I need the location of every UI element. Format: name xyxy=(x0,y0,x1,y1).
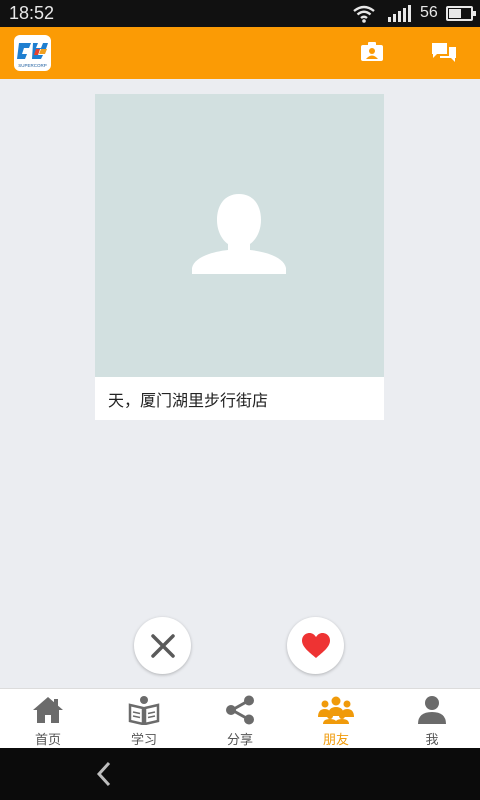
nav-item-home[interactable]: 首页 xyxy=(0,689,96,749)
contact-card-icon xyxy=(361,42,383,61)
user-icon xyxy=(418,696,446,724)
book-reader-icon xyxy=(128,696,160,725)
system-nav-bar xyxy=(0,748,480,800)
back-chevron-icon[interactable] xyxy=(92,760,116,788)
nav-item-share[interactable]: 分享 xyxy=(192,689,288,749)
card-photo xyxy=(95,94,384,377)
bottom-nav: 首页 学习 分享 朋友 我 xyxy=(0,688,480,748)
dislike-button[interactable] xyxy=(134,617,191,674)
person-placeholder-icon xyxy=(192,194,286,274)
nav-label-friends: 朋友 xyxy=(322,733,349,748)
status-time: 18:52 xyxy=(9,3,55,23)
nav-item-me[interactable]: 我 xyxy=(384,689,480,749)
nav-label-share: 分享 xyxy=(226,733,253,748)
friend-card[interactable]: 天，厦门湖里步行街店 xyxy=(95,94,384,420)
close-icon xyxy=(150,633,175,658)
chat-button[interactable] xyxy=(429,39,459,67)
svg-text:SUPERCORP: SUPERCORP xyxy=(18,63,47,68)
home-icon xyxy=(33,697,63,723)
heart-icon xyxy=(301,633,330,658)
app-bar: SUPERCORP xyxy=(0,27,480,79)
battery-icon xyxy=(446,6,476,21)
supercorp-logo-icon: SUPERCORP xyxy=(17,43,48,68)
nav-item-friends[interactable]: 朋友 xyxy=(288,689,384,749)
share-icon xyxy=(226,695,254,725)
chat-icon xyxy=(432,43,456,62)
wifi-icon xyxy=(353,5,375,23)
nav-label-study: 学习 xyxy=(130,733,157,748)
contact-card-button[interactable] xyxy=(357,39,387,67)
nav-label-home: 首页 xyxy=(34,733,61,748)
friends-icon xyxy=(318,696,354,724)
status-bar: 18:52 56 xyxy=(0,0,480,27)
card-caption: 天，厦门湖里步行街店 xyxy=(108,391,269,410)
like-button[interactable] xyxy=(287,617,344,674)
nav-label-me: 我 xyxy=(425,733,439,748)
signal-icon xyxy=(388,5,411,22)
nav-item-study[interactable]: 学习 xyxy=(96,689,192,749)
battery-percent: 56 xyxy=(420,4,438,21)
app-logo[interactable]: SUPERCORP xyxy=(14,35,51,71)
